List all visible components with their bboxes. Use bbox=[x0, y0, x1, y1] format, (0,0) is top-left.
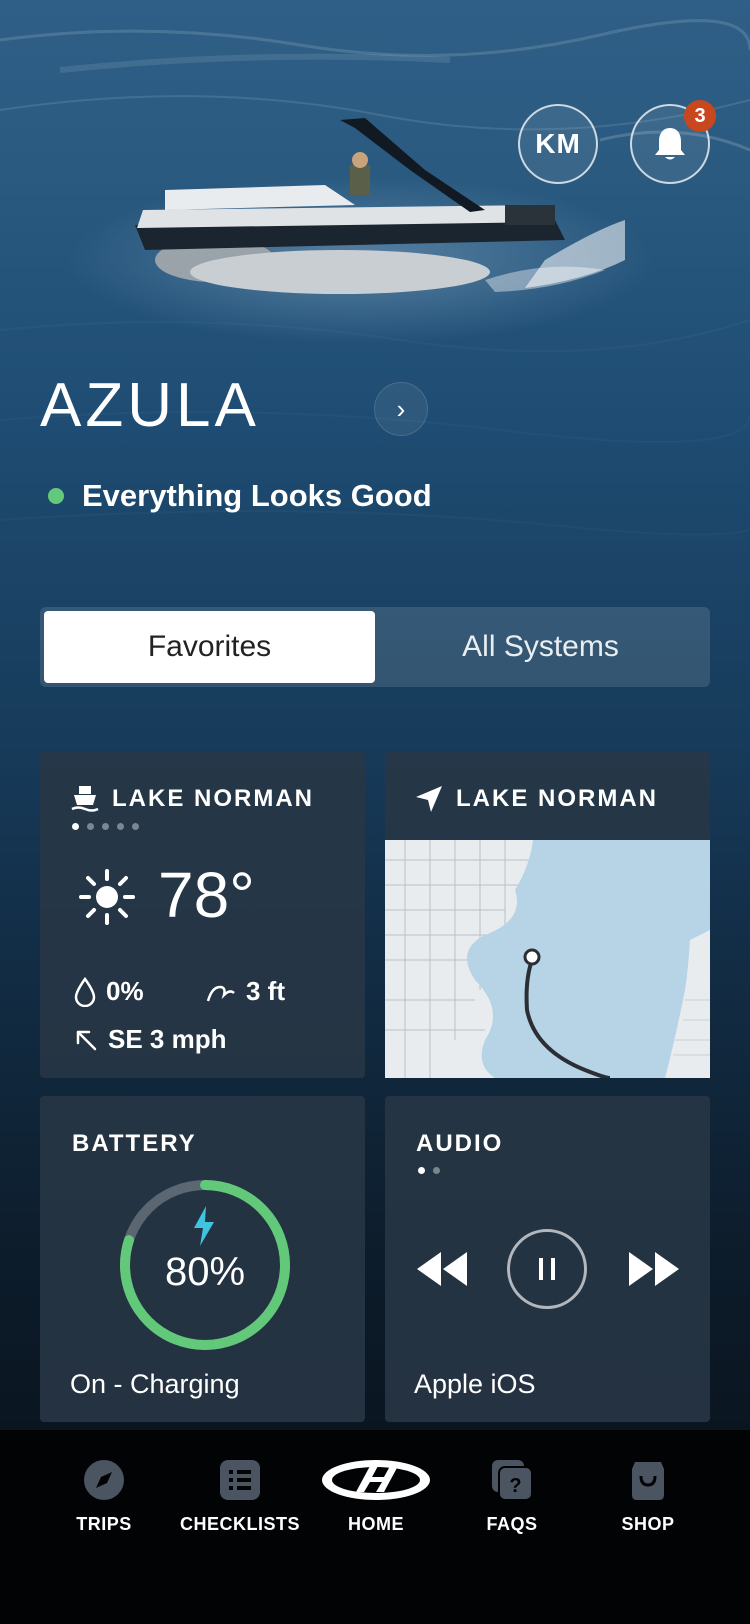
wave-icon bbox=[206, 985, 235, 1001]
checklist-icon bbox=[220, 1460, 260, 1500]
lake-map[interactable] bbox=[385, 840, 710, 1078]
view-segmented-control: Favorites All Systems bbox=[40, 607, 710, 687]
waves-readout: 3 ft bbox=[206, 976, 285, 1007]
play-pause-button[interactable] bbox=[507, 1229, 587, 1309]
location-title: LAKE NORMAN bbox=[456, 785, 658, 812]
profile-avatar-button[interactable]: KM bbox=[518, 104, 598, 184]
tab-all-systems[interactable]: All Systems bbox=[375, 611, 706, 683]
wind-arrow-icon bbox=[76, 1030, 97, 1050]
nav-shop-label: SHOP bbox=[621, 1514, 675, 1534]
nav-checklists[interactable]: CHECKLISTS bbox=[170, 1430, 310, 1560]
avatar-initials: KM bbox=[535, 128, 581, 159]
audio-title: AUDIO bbox=[416, 1130, 504, 1157]
fast-forward-button[interactable] bbox=[624, 1244, 684, 1294]
fast-forward-icon bbox=[629, 1252, 679, 1286]
svg-text:?: ? bbox=[509, 1475, 521, 1497]
boat-icon bbox=[71, 786, 99, 812]
water-texture bbox=[0, 19, 750, 152]
drop-icon bbox=[74, 976, 96, 1007]
nav-shop[interactable]: SHOP bbox=[578, 1430, 718, 1560]
nav-home[interactable]: HOME bbox=[306, 1430, 446, 1560]
nav-checklists-label: CHECKLISTS bbox=[179, 1514, 300, 1534]
weather-temperature: 78° bbox=[158, 859, 255, 931]
nav-trips-label: TRIPS bbox=[76, 1514, 132, 1534]
boat-name-title[interactable]: AZULA bbox=[40, 370, 260, 441]
audio-page-dots bbox=[418, 1167, 440, 1174]
precipitation-value: 0% bbox=[106, 976, 144, 1006]
battery-percentage: 80% bbox=[164, 1250, 246, 1294]
chevron-right-icon: › bbox=[396, 393, 406, 424]
bell-icon bbox=[655, 128, 685, 160]
nav-trips[interactable]: TRIPS bbox=[34, 1430, 174, 1560]
status-text: Everything Looks Good bbox=[82, 478, 432, 513]
notification-badge: 3 bbox=[684, 100, 716, 132]
boat-status: Everything Looks Good bbox=[48, 478, 432, 514]
shopping-bag-icon bbox=[632, 1462, 664, 1500]
harris-logo-icon bbox=[322, 1460, 430, 1500]
wind-value: SE 3 mph bbox=[108, 1024, 227, 1054]
weather-page-dots bbox=[72, 823, 139, 830]
pause-icon bbox=[539, 1258, 555, 1280]
rewind-button[interactable] bbox=[412, 1244, 472, 1294]
battery-title: BATTERY bbox=[72, 1130, 197, 1157]
precipitation-readout: 0% bbox=[74, 976, 144, 1007]
bottom-navigation: TRIPS CHECKLISTS HOME ? FAQS SHOP bbox=[0, 1430, 750, 1624]
boat-details-button[interactable]: › bbox=[374, 382, 428, 436]
bolt-icon bbox=[194, 1206, 214, 1246]
rewind-icon bbox=[417, 1252, 467, 1286]
nav-home-label: HOME bbox=[348, 1514, 404, 1534]
tab-favorites[interactable]: Favorites bbox=[44, 611, 375, 683]
waves-value: 3 ft bbox=[246, 976, 285, 1006]
location-arrow-icon bbox=[416, 786, 442, 812]
nav-faqs[interactable]: ? FAQS bbox=[442, 1430, 582, 1560]
weather-location-title: LAKE NORMAN bbox=[112, 785, 314, 812]
status-indicator-dot bbox=[48, 488, 64, 504]
wind-readout: SE 3 mph bbox=[74, 1024, 226, 1055]
faq-icon: ? bbox=[492, 1460, 533, 1501]
battery-status: On - Charging bbox=[70, 1369, 240, 1399]
compass-icon bbox=[84, 1460, 124, 1500]
nav-faqs-label: FAQS bbox=[486, 1514, 538, 1534]
sun-icon bbox=[79, 869, 135, 925]
audio-source: Apple iOS bbox=[414, 1369, 536, 1399]
